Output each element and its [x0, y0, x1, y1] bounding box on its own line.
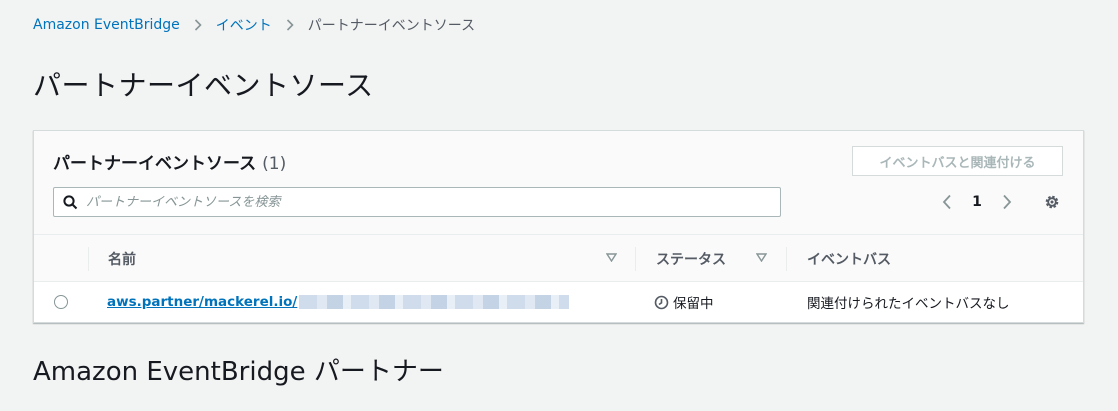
pagination: 1 [937, 191, 1017, 213]
page-title: パートナーイベントソース [33, 69, 374, 102]
row-select-radio[interactable] [54, 295, 68, 309]
panel-title: パートナーイベントソース (1) [53, 149, 286, 174]
table-row[interactable]: aws.partner/mackerel.io/ 保留中 関連付けられたイベント… [34, 282, 1083, 322]
panel-title-text: パートナーイベントソース [53, 154, 257, 174]
breadcrumb-link-events[interactable]: イベント [216, 15, 272, 35]
breadcrumb-current: パートナーイベントソース [307, 18, 476, 34]
chevron-right-icon [194, 19, 202, 31]
column-header-name[interactable]: 名前 [108, 235, 136, 283]
search-input[interactable] [86, 194, 746, 210]
status-badge: 保留中 [654, 292, 714, 312]
table-header: 名前 ステータス イベントバス [34, 234, 1083, 282]
breadcrumb-link-eventbridge[interactable]: Amazon EventBridge [33, 17, 180, 33]
current-page[interactable]: 1 [957, 194, 997, 210]
column-divider [88, 247, 89, 271]
chevron-right-icon[interactable] [997, 191, 1017, 213]
column-header-status[interactable]: ステータス [656, 235, 726, 283]
panel-header: パートナーイベントソース(1) イベントバスと関連付ける 1 [34, 131, 1083, 234]
gear-icon[interactable] [1043, 193, 1061, 211]
chevron-right-icon [286, 19, 294, 31]
column-header-event-bus: イベントバス [807, 252, 891, 268]
partner-event-sources-panel: パートナーイベントソース(1) イベントバスと関連付ける 1 [33, 130, 1084, 323]
search-icon [63, 194, 78, 210]
breadcrumb: Amazon EventBridge イベント パートナーイベントソース [33, 15, 475, 35]
clock-icon [654, 295, 669, 310]
column-divider [635, 247, 636, 271]
source-name-link[interactable]: aws.partner/mackerel.io/ [107, 294, 297, 310]
source-name-cell: aws.partner/mackerel.io/ [107, 282, 570, 322]
event-bus-cell: 関連付けられたイベントバスなし [807, 296, 1010, 312]
status-cell: 保留中 [654, 282, 714, 322]
item-count: (1) [262, 154, 287, 174]
associate-event-bus-button[interactable]: イベントバスと関連付ける [852, 146, 1063, 176]
chevron-left-icon[interactable] [937, 191, 957, 213]
sort-down-icon[interactable] [606, 253, 617, 262]
section-title: Amazon EventBridge パートナー [33, 357, 444, 387]
column-divider [786, 247, 787, 271]
sort-down-icon[interactable] [756, 253, 767, 262]
redacted-text [299, 295, 570, 309]
status-text: 保留中 [673, 296, 714, 312]
search-box [53, 187, 781, 217]
